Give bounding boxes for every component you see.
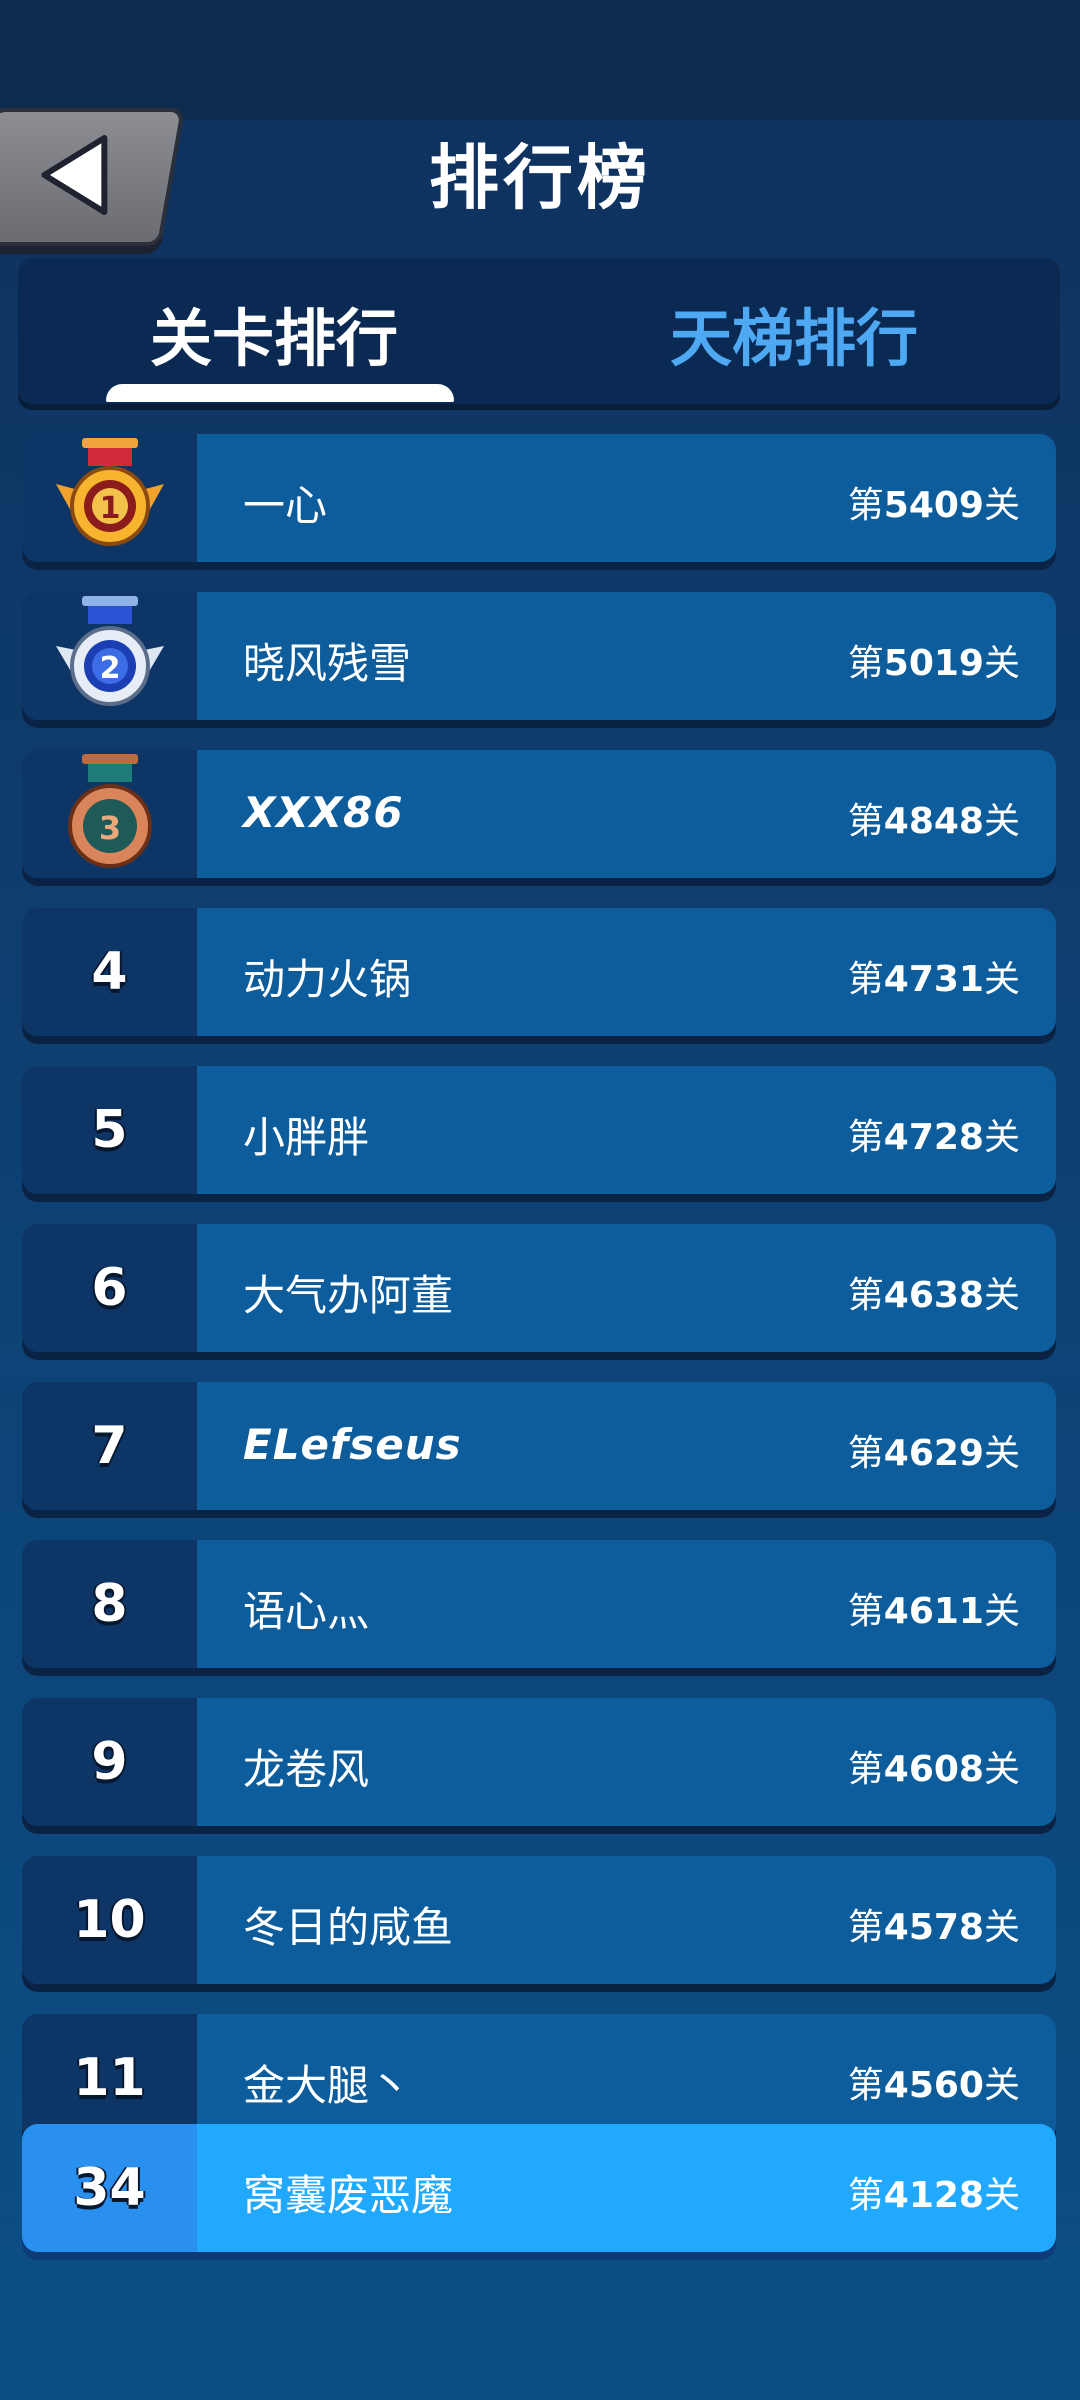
list-item[interactable]: 7 ELefseus 第4629关 (22, 1382, 1056, 1510)
player-name: 冬日的咸鱼 (243, 1903, 454, 1952)
row-content: 小胖胖 第4728关 (197, 1066, 1056, 1194)
silver-medal-icon: 2 (55, 596, 164, 706)
level-progress: 第4638关 (847, 1275, 1020, 1316)
player-name: XXX86 (243, 788, 404, 837)
level-progress: 第4560关 (847, 2065, 1020, 2106)
level-progress: 第5409关 (847, 485, 1020, 526)
player-name: 晓风残雪 (243, 639, 412, 688)
my-level-progress: 第4128关 (847, 2175, 1020, 2216)
rank-cell: 3 (22, 750, 197, 878)
player-name: 大气办阿董 (243, 1271, 454, 1320)
leaderboard-list[interactable]: 1 一心 第5409关 2 晓风残雪 第5019关 3 XXX86 第4848关… (0, 0, 1080, 2400)
rank-number: 7 (91, 1416, 128, 1476)
row-content: 动力火锅 第4731关 (197, 908, 1056, 1036)
rank-cell: 8 (22, 1540, 197, 1668)
player-name: 龙卷风 (243, 1745, 370, 1794)
player-name: 小胖胖 (243, 1113, 370, 1162)
row-content: 大气办阿董 第4638关 (197, 1224, 1056, 1352)
player-name: 一心 (243, 481, 328, 530)
player-name: 金大腿丶 (243, 2061, 412, 2110)
level-progress: 第4578关 (847, 1907, 1020, 1948)
level-progress: 第4728关 (847, 1117, 1020, 1158)
list-item[interactable]: 1 一心 第5409关 (22, 434, 1056, 562)
rank-cell: 9 (22, 1698, 197, 1826)
gold-medal-icon: 1 (55, 438, 164, 546)
rank-number: 9 (91, 1732, 128, 1792)
rank-number: 4 (91, 942, 128, 1002)
rank-cell: 34 (22, 2124, 197, 2252)
level-progress: 第5019关 (847, 643, 1020, 684)
level-progress: 第4608关 (847, 1749, 1020, 1790)
rank-cell: 2 (22, 592, 197, 720)
list-item[interactable]: 8 语心灬 第4611关 (22, 1540, 1056, 1668)
row-content: 语心灬 第4611关 (197, 1540, 1056, 1668)
rank-number: 6 (91, 1258, 128, 1318)
row-content: ELefseus 第4629关 (197, 1382, 1056, 1510)
list-item[interactable]: 6 大气办阿董 第4638关 (22, 1224, 1056, 1352)
svg-text:2: 2 (99, 651, 120, 686)
row-content: 冬日的咸鱼 第4578关 (197, 1856, 1056, 1984)
row-content: 金大腿丶 第4560关 (197, 2014, 1056, 2142)
rank-number: 11 (73, 2048, 146, 2108)
rank-number: 10 (73, 1890, 146, 1950)
rank-cell: 5 (22, 1066, 197, 1194)
my-rank-number: 34 (73, 2158, 146, 2218)
level-progress: 第4731关 (847, 959, 1020, 1000)
svg-text:3: 3 (98, 809, 120, 847)
row-content: 龙卷风 第4608关 (197, 1698, 1056, 1826)
my-player-name: 窝囊废恶魔 (243, 2171, 454, 2220)
list-item[interactable]: 10 冬日的咸鱼 第4578关 (22, 1856, 1056, 1984)
row-content: 窝囊废恶魔 第4128关 (197, 2124, 1056, 2252)
my-rank-row[interactable]: 34 窝囊废恶魔 第4128关 (22, 2124, 1056, 2252)
row-content: 一心 第5409关 (197, 434, 1056, 562)
list-item[interactable]: 4 动力火锅 第4731关 (22, 908, 1056, 1036)
list-item[interactable]: 9 龙卷风 第4608关 (22, 1698, 1056, 1826)
rank-number: 8 (91, 1574, 128, 1634)
list-item[interactable]: 3 XXX86 第4848关 (22, 750, 1056, 878)
rank-cell: 11 (22, 2014, 197, 2142)
level-progress: 第4629关 (847, 1433, 1020, 1474)
player-name: 动力火锅 (243, 955, 412, 1004)
rank-cell: 1 (22, 434, 197, 562)
list-item[interactable]: 5 小胖胖 第4728关 (22, 1066, 1056, 1194)
rank-cell: 4 (22, 908, 197, 1036)
list-item[interactable]: 2 晓风残雪 第5019关 (22, 592, 1056, 720)
level-progress: 第4848关 (847, 801, 1020, 842)
svg-text:1: 1 (99, 491, 120, 526)
level-progress: 第4611关 (847, 1591, 1020, 1632)
bronze-medal-icon: 3 (67, 754, 152, 868)
row-content: 晓风残雪 第5019关 (197, 592, 1056, 720)
list-item[interactable]: 11 金大腿丶 第4560关 (22, 2014, 1056, 2142)
row-content: XXX86 第4848关 (197, 750, 1056, 878)
rank-number: 5 (91, 1100, 128, 1160)
rank-cell: 10 (22, 1856, 197, 1984)
rank-cell: 7 (22, 1382, 197, 1510)
rank-cell: 6 (22, 1224, 197, 1352)
player-name: 语心灬 (243, 1587, 370, 1636)
player-name: ELefseus (243, 1420, 462, 1469)
